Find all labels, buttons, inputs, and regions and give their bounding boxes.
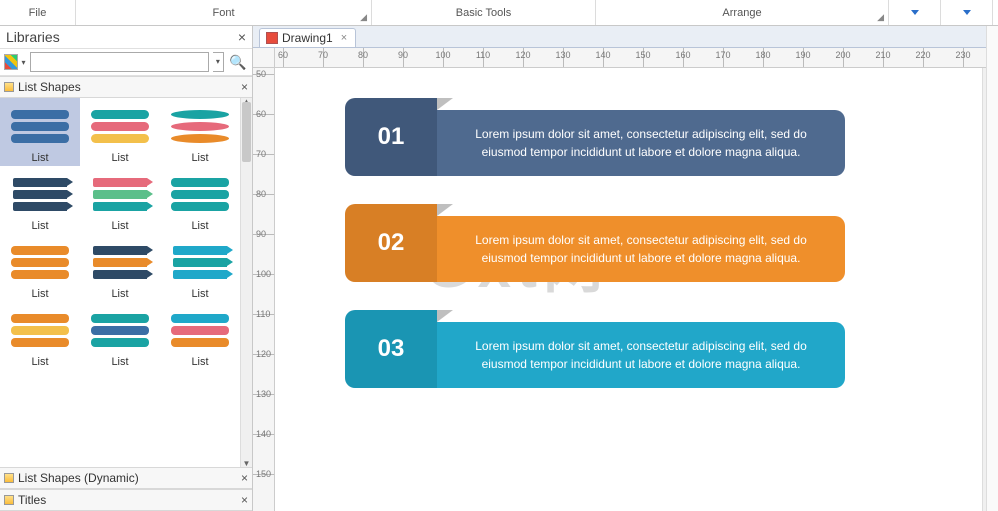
chevron-down-icon [911,10,919,15]
category-list-shapes-dynamic[interactable]: List Shapes (Dynamic) × [0,467,252,489]
shape-label: List [31,356,48,368]
document-tab-label: Drawing1 [282,31,333,45]
shape-thumbnail[interactable]: List [80,166,160,234]
search-dropdown[interactable]: ▾ [213,52,225,72]
shape-label: List [191,288,208,300]
canvas[interactable]: Gxt网 01Lorem ipsum dolor sit amet, conse… [275,68,980,511]
libraries-panel: Libraries × ▾ ▾ 🔍 List Shapes × ListList… [0,26,253,511]
ribbon-label: File [29,7,47,19]
list-body: Lorem ipsum dolor sit amet, consectetur … [437,216,845,282]
shape-thumbnail[interactable]: List [0,302,80,370]
ribbon-dropdown-2[interactable] [941,0,993,25]
shape-label: List [191,356,208,368]
list-number: 03 [345,310,437,388]
shape-thumbnail[interactable]: List [80,302,160,370]
fold-shadow [437,310,453,322]
libraries-header: Libraries × [0,26,252,49]
shape-label: List [191,152,208,164]
canvas-list-shape[interactable]: 02Lorem ipsum dolor sit amet, consectetu… [345,204,845,282]
shape-label: List [191,220,208,232]
ribbon-group-arrange[interactable]: Arrange ◢ [596,0,889,25]
ruler-vertical[interactable]: 5060708090100110120130140150 [253,68,275,511]
search-icon[interactable]: 🔍 [228,52,248,72]
dialog-launcher-icon[interactable]: ◢ [360,12,367,23]
scrollbar-thumb[interactable] [242,102,251,162]
dialog-launcher-icon[interactable]: ◢ [877,12,884,23]
list-number: 01 [345,98,437,176]
palette-icon[interactable] [4,54,18,70]
shape-thumbnail[interactable]: List [160,302,240,370]
close-icon[interactable]: × [238,29,246,45]
close-icon[interactable]: × [241,80,248,94]
ruler-horizontal[interactable]: 6070809010011012013014015016017018019020… [275,48,998,68]
ribbon-group-font[interactable]: Font ◢ [76,0,372,25]
ribbon-label: Font [212,7,234,19]
category-icon [4,82,14,92]
category-icon [4,473,14,483]
shape-label: List [111,220,128,232]
canvas-list-shape[interactable]: 03Lorem ipsum dolor sit amet, consectetu… [345,310,845,388]
shape-thumbnail[interactable]: List [0,166,80,234]
scroll-down-icon[interactable]: ▼ [241,459,252,467]
close-icon[interactable]: × [341,32,347,44]
category-icon [4,495,14,505]
libraries-title: Libraries [6,29,238,45]
ribbon: File Font ◢ Basic Tools Arrange ◢ [0,0,998,26]
canvas-list-shape[interactable]: 01Lorem ipsum dolor sit amet, consectetu… [345,98,845,176]
category-titles[interactable]: Titles × [0,489,252,511]
ribbon-group-file[interactable]: File [0,0,76,25]
fold-shadow [437,98,453,110]
category-label: List Shapes (Dynamic) [18,471,237,485]
library-scrollbar[interactable]: ▲ ▼ [240,98,252,467]
shape-thumbnail[interactable]: List [80,234,160,302]
close-icon[interactable]: × [241,493,248,507]
ribbon-dropdown-1[interactable] [889,0,941,25]
library-search-input[interactable] [30,52,209,72]
shape-thumbnail[interactable]: List [0,234,80,302]
fold-shadow [437,204,453,216]
shapes-scroll: List List List List List List List List List List… [0,98,252,467]
shape-thumbnail[interactable]: List [80,98,160,166]
close-icon[interactable]: × [241,471,248,485]
document-tab[interactable]: Drawing1 × [259,28,356,47]
category-label: Titles [18,493,237,507]
shape-label: List [111,356,128,368]
shape-label: List [31,220,48,232]
canvas-wrap: 6070809010011012013014015016017018019020… [253,48,998,511]
document-tab-bar: Drawing1 × [253,26,998,48]
list-body: Lorem ipsum dolor sit amet, consectetur … [437,322,845,388]
category-label: List Shapes [18,80,237,94]
shape-thumbnail[interactable]: List [160,98,240,166]
shape-thumbnail[interactable]: List [160,166,240,234]
shapes-grid: List List List List List List List List List List… [0,98,240,467]
ribbon-label: Basic Tools [456,7,511,19]
list-number: 02 [345,204,437,282]
shape-label: List [31,152,48,164]
right-panel-strip[interactable] [986,26,998,511]
category-list-shapes[interactable]: List Shapes × [0,76,252,98]
shape-thumbnail[interactable]: List [160,234,240,302]
document-icon [266,32,278,44]
shape-label: List [111,288,128,300]
libraries-toolbar: ▾ ▾ 🔍 [0,49,252,76]
list-body: Lorem ipsum dolor sit amet, consectetur … [437,110,845,176]
chevron-down-icon[interactable]: ▾ [22,58,26,67]
shape-label: List [111,152,128,164]
ribbon-label: Arrange [722,7,761,19]
chevron-down-icon [963,10,971,15]
ruler-corner [253,48,275,68]
shape-label: List [31,288,48,300]
ribbon-group-basic-tools[interactable]: Basic Tools [372,0,596,25]
document-area: Drawing1 × 60708090100110120130140150160… [253,26,998,511]
shape-thumbnail[interactable]: List [0,98,80,166]
